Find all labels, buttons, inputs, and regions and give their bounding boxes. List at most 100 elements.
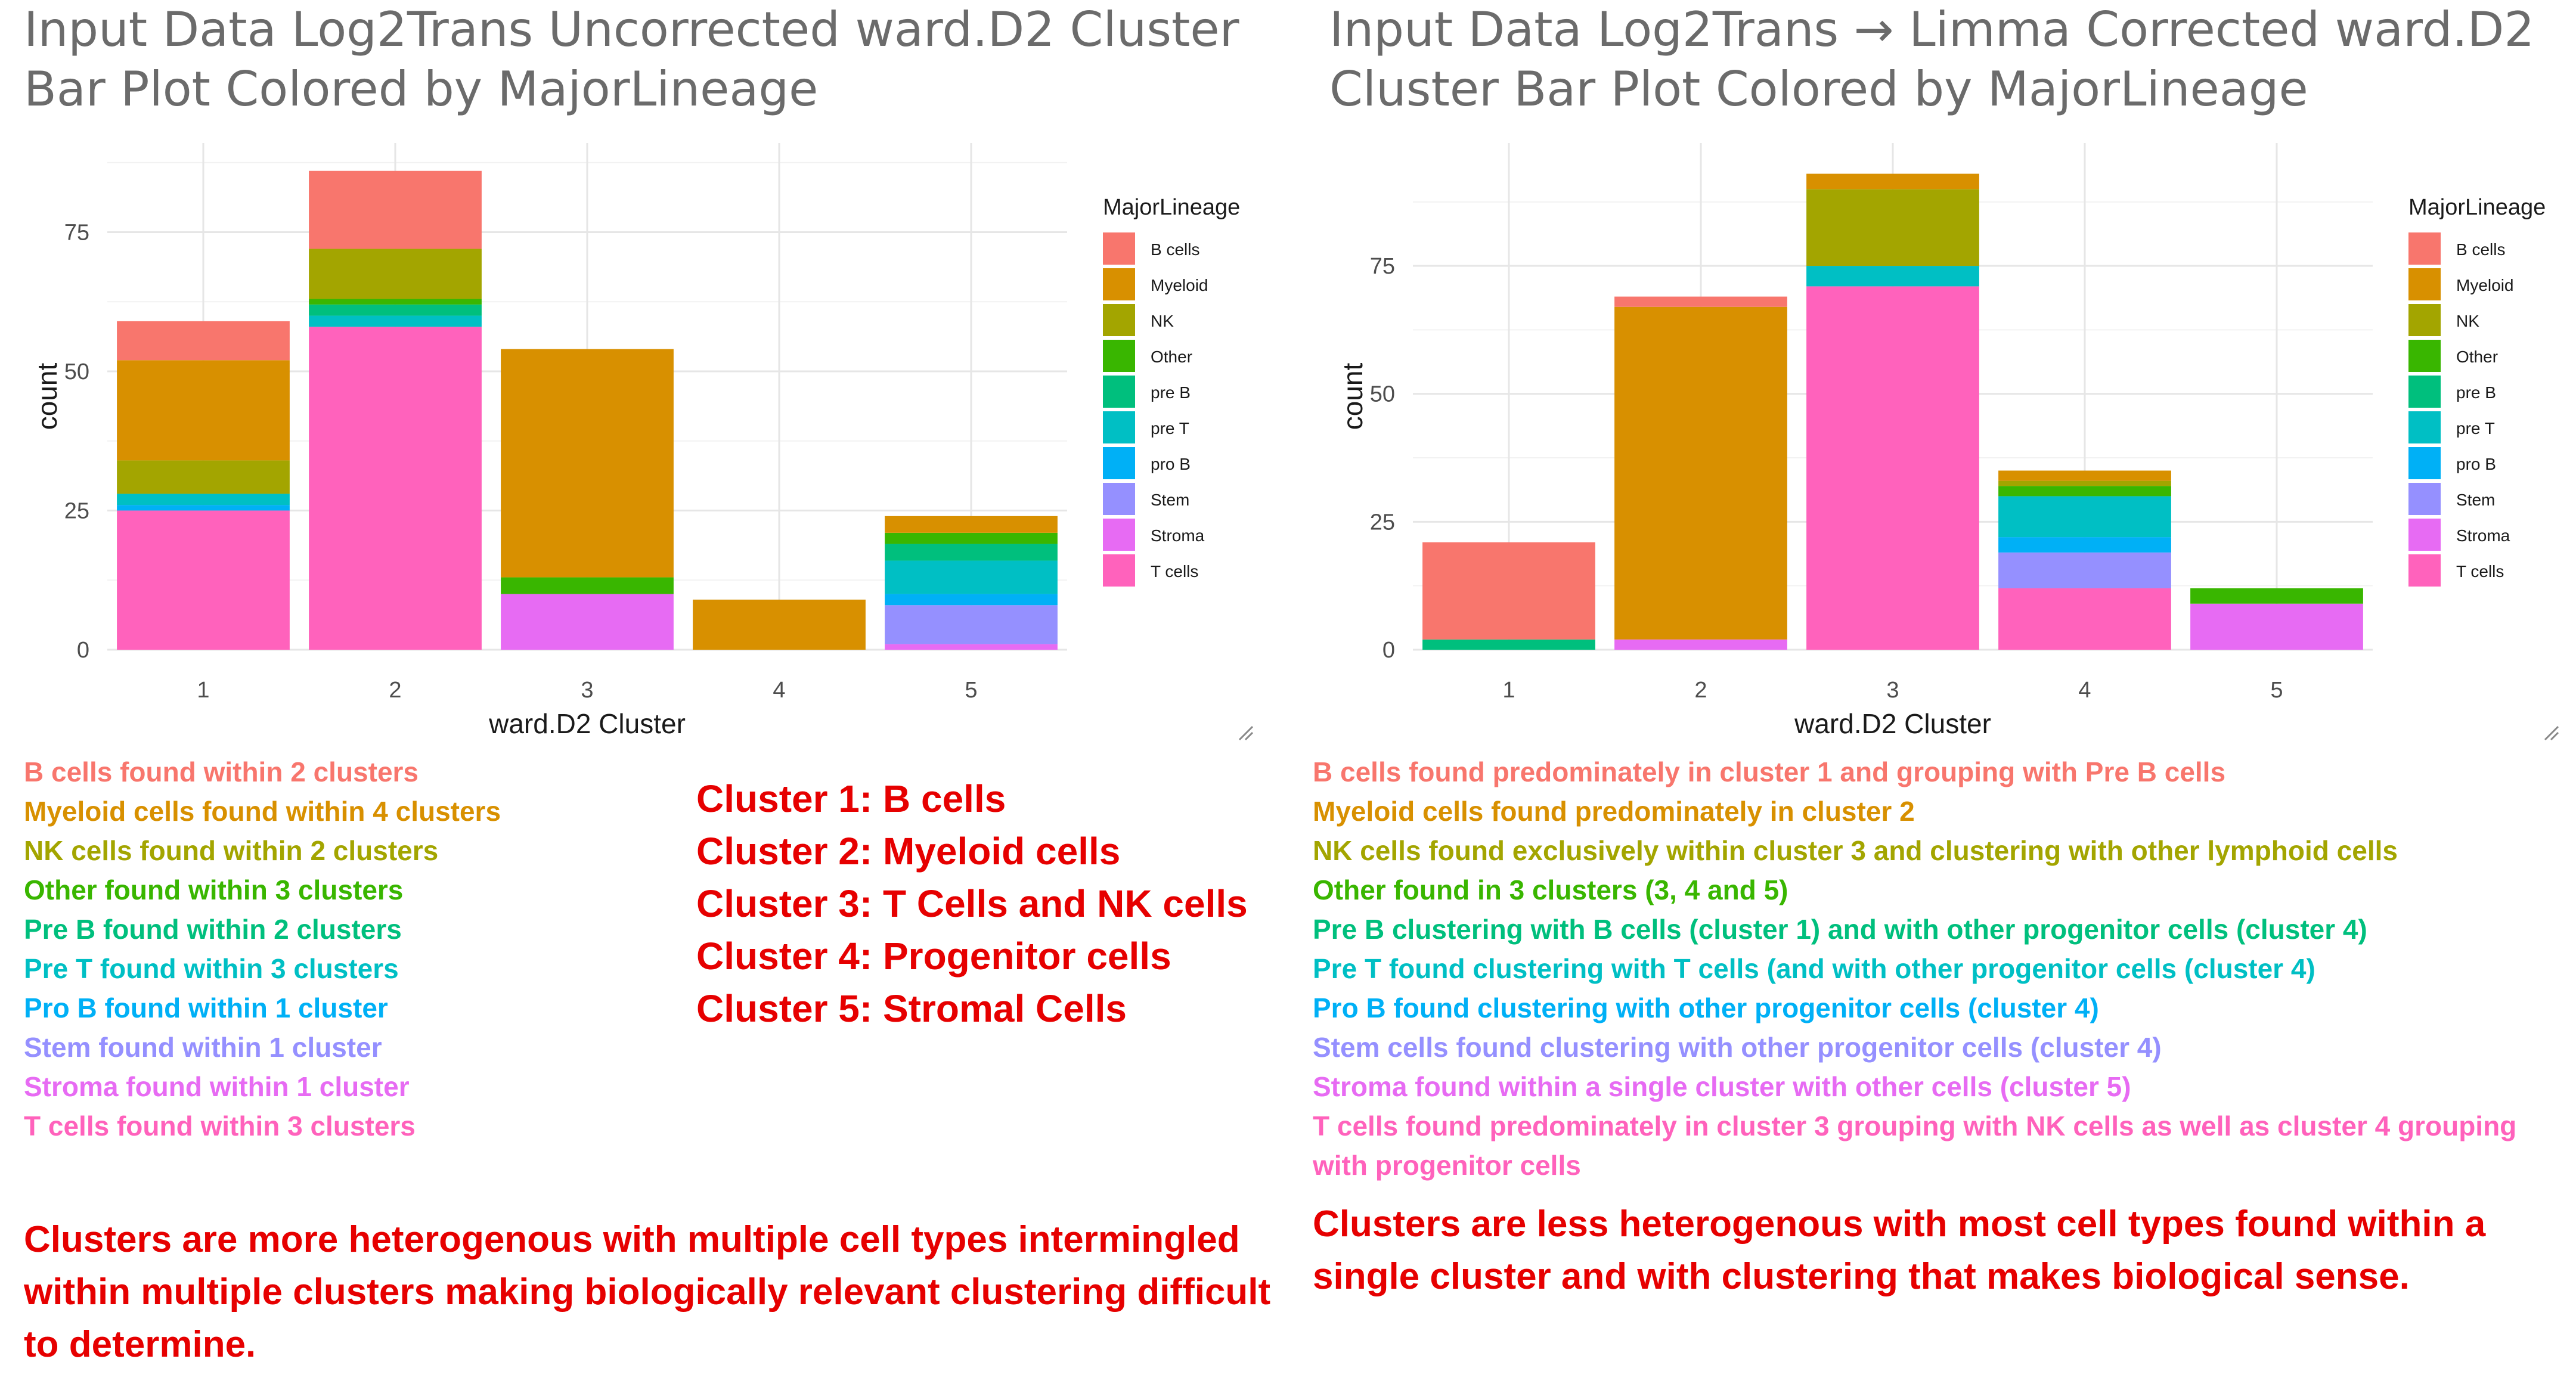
right-bar-4-myeloid (1998, 470, 2171, 481)
right-legend-swatch-pre-t (2408, 411, 2441, 443)
right-y-tick-label: 25 (1370, 510, 1395, 535)
left-bar-2-pre-t (309, 315, 482, 327)
left-legend-label: Stem (1151, 491, 1189, 509)
right-legend-label: pre T (2456, 419, 2495, 438)
right-legend-label: NK (2456, 312, 2479, 330)
left-bar-2-nk (309, 249, 482, 299)
right-note-pre-b: Pre B clustering with B cells (cluster 1… (1313, 914, 2367, 945)
left-bar-1-myeloid (117, 360, 290, 461)
cluster-summary-item: Cluster 4: Progenitor cells (696, 935, 1171, 978)
right-legend-label: Other (2456, 348, 2498, 366)
cluster-summary-item: Cluster 3: T Cells and NK cells (696, 882, 1248, 925)
left-legend-swatch-stroma (1103, 519, 1135, 551)
right-bar-5-other (2190, 588, 2363, 604)
right-bar-1-b-cells (1422, 542, 1595, 640)
right-note-b-cells: B cells found predominately in cluster 1… (1313, 756, 2226, 787)
right-bar-4-nk (1998, 480, 2171, 486)
right-note-nk: NK cells found exclusively within cluste… (1313, 835, 2398, 866)
right-conclusion: Clusters are less heterogenous with most… (1313, 1203, 2486, 1297)
left-legend-swatch-other (1103, 340, 1135, 372)
right-bar-4-t-cells (1998, 588, 2171, 650)
left-legend-swatch-pre-b (1103, 376, 1135, 408)
right-bar-4-pro-b (1998, 537, 2171, 553)
left-bar-5-stem (885, 605, 1058, 644)
left-legend-swatch-b-cells (1103, 232, 1135, 265)
right-bar-4-other (1998, 486, 2171, 497)
right-note-stroma: Stroma found within a single cluster wit… (1313, 1071, 2131, 1102)
right-note-pre-t: Pre T found clustering with T cells (and… (1313, 953, 2315, 984)
right-x-tick-label: 5 (2270, 678, 2283, 703)
left-bar-1-pro-b (117, 505, 290, 511)
left-legend-swatch-stem (1103, 483, 1135, 515)
left-x-tick-label: 5 (965, 678, 977, 703)
left-conclusion: Clusters are more heterogenous with mult… (24, 1219, 1271, 1365)
left-note-myeloid: Myeloid cells found within 4 clusters (24, 796, 501, 827)
right-legend-label: Stroma (2456, 526, 2510, 545)
left-legend-swatch-pro-b (1103, 447, 1135, 479)
left-bar-2-t-cells (309, 327, 482, 650)
left-legend-label: Myeloid (1151, 276, 1208, 294)
left-legend-swatch-nk (1103, 304, 1135, 336)
right-bar-2-myeloid (1614, 306, 1787, 640)
right-legend-label: B cells (2456, 240, 2505, 259)
left-chart-title: Input Data Log2Trans Uncorrected ward.D2… (24, 2, 1239, 117)
left-legend-swatch-pre-t (1103, 411, 1135, 443)
left-legend-label: Stroma (1151, 526, 1205, 545)
left-bar-4-myeloid (693, 599, 866, 650)
cluster-summary-item: Cluster 2: Myeloid cells (696, 830, 1121, 873)
left-legend-title: MajorLineage (1103, 195, 1240, 220)
right-bar-3-t-cells (1806, 286, 1979, 650)
right-bar-3-pre-t (1806, 266, 1979, 287)
left-bar-2-other (309, 299, 482, 305)
left-x-tick-label: 1 (197, 678, 209, 703)
right-legend-swatch-pre-b (2408, 376, 2441, 408)
left-legend-swatch-t-cells (1103, 554, 1135, 587)
right-note-t-cells: T cells found predominately in cluster 3… (1313, 1110, 2517, 1181)
left-legend-label: pre B (1151, 383, 1191, 402)
right-note-other: Other found in 3 clusters (3, 4 and 5) (1313, 874, 1788, 905)
left-bar-1-nk (117, 460, 290, 494)
left-x-axis-label: ward.D2 Cluster (488, 708, 686, 739)
left-y-tick-label: 50 (64, 359, 89, 384)
right-legend-swatch-pro-b (2408, 447, 2441, 479)
left-bar-2-b-cells (309, 170, 482, 249)
cluster-summary-item: Cluster 5: Stromal Cells (696, 987, 1127, 1030)
right-note-pro-b: Pro B found clustering with other progen… (1313, 992, 2099, 1023)
right-y-axis-label: count (1337, 363, 1368, 430)
left-lineage-notes: B cells found within 2 clusters Myeloid … (24, 752, 501, 1146)
left-note-other: Other found within 3 clusters (24, 874, 404, 905)
left-bar-3-other (501, 577, 674, 594)
left-bar-5-pre-t (885, 560, 1058, 594)
right-resize-handle-icon[interactable] (2543, 724, 2560, 742)
right-legend-swatch-nk (2408, 304, 2441, 336)
right-x-tick-label: 1 (1502, 678, 1515, 703)
right-x-axis-label: ward.D2 Cluster (1794, 708, 1991, 739)
left-legend-label: NK (1151, 312, 1174, 330)
left-y-tick-label: 75 (64, 220, 89, 245)
right-bar-4-pre-t (1998, 496, 2171, 538)
right-legend-swatch-myeloid (2408, 268, 2441, 300)
right-legend-swatch-other (2408, 340, 2441, 372)
left-legend-label: T cells (1151, 562, 1198, 581)
left-resize-handle-icon[interactable] (1237, 724, 1255, 742)
left-legend-swatch-myeloid (1103, 268, 1135, 300)
left-bar-1-t-cells (117, 510, 290, 650)
right-panel: Input Data Log2Trans → Limma Corrected w… (1306, 0, 2576, 1396)
cluster-summary: Cluster 1: B cells Cluster 2: Myeloid ce… (696, 773, 1248, 1035)
right-lineage-notes: B cells found predominately in cluster 1… (1313, 752, 2565, 1185)
right-legend-title: MajorLineage (2408, 195, 2546, 220)
left-bar-3-stroma (501, 594, 674, 650)
left-note-b-cells: B cells found within 2 clusters (24, 756, 419, 787)
left-note-stem: Stem found within 1 cluster (24, 1032, 382, 1063)
left-x-tick-label: 4 (773, 678, 785, 703)
left-bar-5-other (885, 532, 1058, 544)
left-bar-1-pre-t (117, 494, 290, 505)
right-note-myeloid: Myeloid cells found predominately in clu… (1313, 796, 1915, 827)
right-y-tick-label: 0 (1382, 638, 1395, 663)
right-legend-swatch-b-cells (2408, 232, 2441, 265)
right-y-tick-label: 50 (1370, 382, 1395, 407)
left-bar-1-b-cells (117, 321, 290, 361)
left-bar-5-pre-b (885, 544, 1058, 561)
right-legend-label: T cells (2456, 562, 2504, 581)
left-bar-2-pre-b (309, 304, 482, 316)
